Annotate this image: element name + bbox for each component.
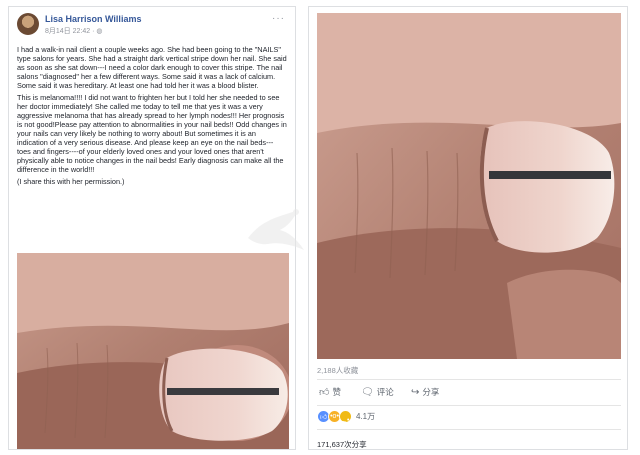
saved-count: 2,188人收藏 [317, 366, 359, 375]
post-meta: 8月14日 22:42 · ◍ [45, 26, 103, 36]
reactions-summary[interactable]: 👍︎ •o• •︵• 4.1万 [317, 408, 376, 424]
timestamp[interactable]: 8月14日 22:42 [45, 28, 90, 35]
divider [317, 429, 621, 430]
share-label: 分享 [422, 387, 440, 397]
reaction-count: 4.1万 [356, 411, 376, 421]
comment-icon: 🗨︎ [361, 386, 374, 398]
divider [317, 405, 621, 406]
globe-icon: · ◍ [92, 28, 103, 35]
post-text: I had a walk-in nail client a couple wee… [17, 45, 287, 189]
share-button[interactable]: ↪ 分享 [411, 386, 439, 398]
post-screenshot-left: Lisa Harrison Williams 8月14日 22:42 · ◍ ·… [8, 6, 296, 450]
post-paragraph: This is melanoma!!!! I did not want to f… [17, 93, 287, 174]
post-photo-large[interactable] [317, 13, 621, 359]
sad-reaction-icon: •︵• [339, 408, 352, 424]
like-button[interactable]: 👍︎ 赞 [319, 386, 341, 398]
comment-button[interactable]: 🗨︎ 评论 [361, 386, 394, 398]
share-arrow-icon: ↪ [411, 386, 420, 398]
post-paragraph: I had a walk-in nail client a couple wee… [17, 45, 287, 90]
post-actions-bar: 👍︎ 赞 🗨︎ 评论 ↪ 分享 [317, 384, 621, 402]
post-photo[interactable] [17, 253, 289, 449]
thumbs-up-icon: 👍︎ [319, 387, 330, 398]
post-header: Lisa Harrison Williams 8月14日 22:42 · ◍ ·… [17, 13, 287, 45]
comment-label: 评论 [376, 387, 394, 397]
share-count[interactable]: 171,637次分享 [317, 439, 367, 450]
divider [317, 379, 621, 380]
more-options-icon[interactable]: ··· [272, 13, 285, 24]
post-paragraph: (I share this with her permission.) [17, 177, 125, 186]
post-screenshot-right: 2,188人收藏 👍︎ 赞 🗨︎ 评论 ↪ 分享 👍︎ •o• •︵• 4.1万… [308, 6, 628, 450]
avatar[interactable] [17, 13, 39, 35]
author-name[interactable]: Lisa Harrison Williams [45, 14, 141, 24]
finger-nail-photo-large [317, 13, 621, 359]
finger-nail-photo [17, 253, 289, 449]
like-label: 赞 [332, 387, 341, 397]
